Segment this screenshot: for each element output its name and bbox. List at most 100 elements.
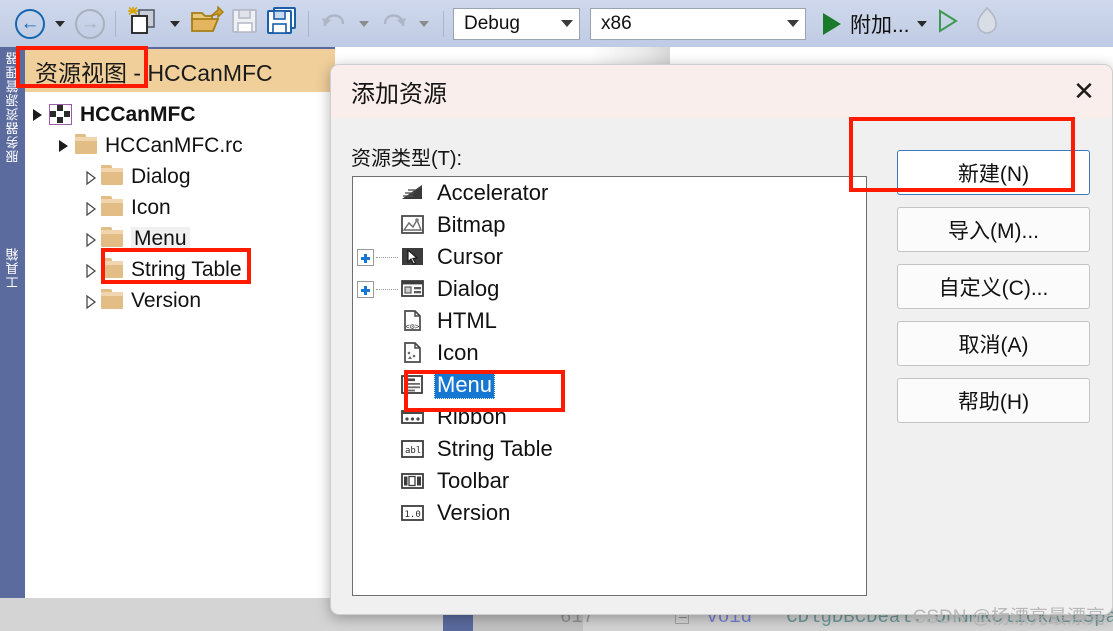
attach-dropdown-icon[interactable] bbox=[916, 20, 927, 27]
start-without-debugging-icon bbox=[937, 9, 959, 38]
tree-connector-line bbox=[376, 225, 398, 226]
navigate-forward-button[interactable]: → bbox=[72, 7, 108, 41]
tree-connector-line bbox=[376, 288, 398, 290]
project-icon bbox=[49, 104, 72, 125]
chevron-down-icon bbox=[561, 20, 573, 27]
folder-icon bbox=[101, 289, 123, 309]
resource-type-label: Menu bbox=[434, 371, 496, 399]
expander-placeholder bbox=[357, 409, 374, 426]
accelerator-icon bbox=[400, 181, 426, 205]
solution-platform-combo[interactable]: x86 bbox=[590, 7, 806, 40]
hot-reload-icon bbox=[973, 6, 1001, 41]
tree-connector-line bbox=[376, 481, 398, 482]
dialog-button-1[interactable]: 导入(M)... bbox=[897, 207, 1090, 252]
save-all-button[interactable] bbox=[263, 7, 301, 41]
solution-configuration-combo[interactable]: Debug bbox=[453, 7, 580, 40]
chevron-right-icon[interactable] bbox=[85, 232, 97, 247]
open-folder-icon bbox=[190, 5, 224, 41]
tree-item-label: String Table bbox=[131, 257, 242, 281]
dock-tab-server-explorer[interactable]: 服务器资源管理器 bbox=[3, 51, 22, 163]
icon-resource-icon bbox=[400, 341, 426, 365]
dock-tab-toolbox[interactable]: 工具箱 bbox=[3, 247, 22, 289]
folder-icon bbox=[101, 196, 123, 216]
resource-type-label: Bitmap bbox=[437, 212, 506, 237]
close-icon[interactable]: ✕ bbox=[1056, 65, 1112, 118]
chevron-down-icon bbox=[787, 20, 799, 27]
resource-type-item-version[interactable]: 1.0 Version bbox=[353, 497, 866, 529]
resource-type-item-ribbon[interactable]: Ribbon bbox=[353, 401, 866, 433]
tree-item-label: Icon bbox=[131, 195, 171, 219]
back-arrow-circle-icon: ← bbox=[15, 8, 45, 39]
tree-item-label: Menu bbox=[131, 226, 190, 251]
dialog-button-3[interactable]: 取消(A) bbox=[897, 321, 1090, 366]
resource-type-list[interactable]: Accelerator Bitmap Cursor Dialog <⚙> HTML Icon… bbox=[352, 176, 867, 596]
svg-text:1.0: 1.0 bbox=[405, 510, 421, 520]
attach-label[interactable]: 附加... bbox=[850, 9, 910, 39]
resource-type-item-html[interactable]: <⚙> HTML bbox=[353, 305, 866, 337]
tree-item-label: Dialog bbox=[131, 164, 191, 188]
solution-configuration-value: Debug bbox=[464, 12, 520, 34]
cursor-icon bbox=[400, 245, 426, 269]
undo-dropdown-icon[interactable] bbox=[359, 20, 369, 27]
dialog-button-2[interactable]: 自定义(C)... bbox=[897, 264, 1090, 309]
dialog-button-0[interactable]: 新建(N) bbox=[897, 150, 1090, 195]
start-without-debugging-button[interactable] bbox=[934, 7, 962, 41]
new-item-button[interactable] bbox=[123, 5, 163, 42]
resource-type-item-dialog[interactable]: Dialog bbox=[353, 273, 866, 305]
chevron-right-icon[interactable] bbox=[85, 170, 97, 185]
tree-item-label: Version bbox=[131, 288, 202, 312]
main-toolbar: ← → Debug x86 附加... bbox=[0, 0, 1113, 47]
resource-type-item-bitmap[interactable]: Bitmap bbox=[353, 209, 866, 241]
chevron-right-icon[interactable] bbox=[85, 263, 97, 278]
expand-plus-icon[interactable] bbox=[357, 280, 374, 298]
navigate-backward-dropdown-icon[interactable] bbox=[55, 20, 65, 27]
new-item-icon bbox=[126, 5, 160, 42]
resource-type-item-string-table[interactable]: abl String Table bbox=[353, 433, 866, 465]
tree-item-string-table[interactable]: String Table bbox=[25, 254, 335, 285]
tree-connector-line bbox=[376, 385, 398, 386]
chevron-down-icon[interactable] bbox=[59, 139, 68, 152]
start-debug-button[interactable] bbox=[820, 7, 844, 41]
version-icon: 1.0 bbox=[400, 501, 426, 525]
resource-type-item-toolbar[interactable]: Toolbar bbox=[353, 465, 866, 497]
chevron-right-icon[interactable] bbox=[85, 201, 97, 216]
tree-connector-line bbox=[376, 417, 398, 418]
expander-placeholder bbox=[357, 345, 374, 362]
new-item-dropdown-icon[interactable] bbox=[170, 20, 180, 27]
resource-type-item-cursor[interactable]: Cursor bbox=[353, 241, 866, 273]
resource-view-header: 资源视图 - HCCanMFC bbox=[25, 49, 335, 92]
app-root: ← → Debug x86 附加... 服务器资源管理器 工具箱 资源视图 - … bbox=[0, 0, 1113, 631]
chevron-right-icon[interactable] bbox=[85, 294, 97, 309]
redo-dropdown-icon[interactable] bbox=[419, 20, 429, 27]
navigate-backward-button[interactable]: ← bbox=[12, 7, 48, 41]
open-file-button[interactable] bbox=[187, 5, 227, 41]
watermark: CSDN @杨漂亮最漂亮 bbox=[912, 607, 1105, 628]
tree-item-label: HCCanMFC bbox=[80, 102, 196, 126]
hot-reload-button[interactable] bbox=[970, 6, 1004, 41]
resource-type-item-menu[interactable]: Menu bbox=[353, 369, 866, 401]
tree-item-version[interactable]: Version bbox=[25, 285, 335, 316]
tree-connector-line bbox=[376, 321, 398, 322]
resource-type-label: Ribbon bbox=[437, 404, 507, 429]
svg-text:<⚙>: <⚙> bbox=[405, 322, 420, 331]
resource-type-item-accelerator[interactable]: Accelerator bbox=[353, 177, 866, 209]
tree-item-hccanmfc[interactable]: HCCanMFC bbox=[25, 99, 335, 130]
resource-type-label: String Table bbox=[437, 436, 553, 461]
chevron-down-icon[interactable] bbox=[33, 108, 42, 121]
tree-item-icon[interactable]: Icon bbox=[25, 192, 335, 223]
dialog-button-4[interactable]: 帮助(H) bbox=[897, 378, 1090, 423]
tree-connector-line bbox=[376, 353, 398, 354]
expand-plus-icon[interactable] bbox=[357, 248, 374, 266]
menu-icon bbox=[400, 373, 426, 397]
dock-strip: 服务器资源管理器 工具箱 bbox=[0, 47, 25, 631]
tree-item-dialog[interactable]: Dialog bbox=[25, 161, 335, 192]
tree-item-menu[interactable]: Menu bbox=[25, 223, 335, 254]
toolbar-separator bbox=[443, 10, 444, 37]
resource-type-item-icon[interactable]: Icon bbox=[353, 337, 866, 369]
expander-placeholder bbox=[357, 441, 374, 458]
folder-icon bbox=[75, 134, 97, 154]
tree-item-hccanmfc-rc[interactable]: HCCanMFC.rc bbox=[25, 130, 335, 161]
resource-tree[interactable]: HCCanMFC HCCanMFC.rc Dialog Icon Menu String … bbox=[25, 92, 335, 316]
tree-connector-line bbox=[376, 449, 398, 450]
forward-arrow-circle-icon: → bbox=[75, 8, 105, 39]
